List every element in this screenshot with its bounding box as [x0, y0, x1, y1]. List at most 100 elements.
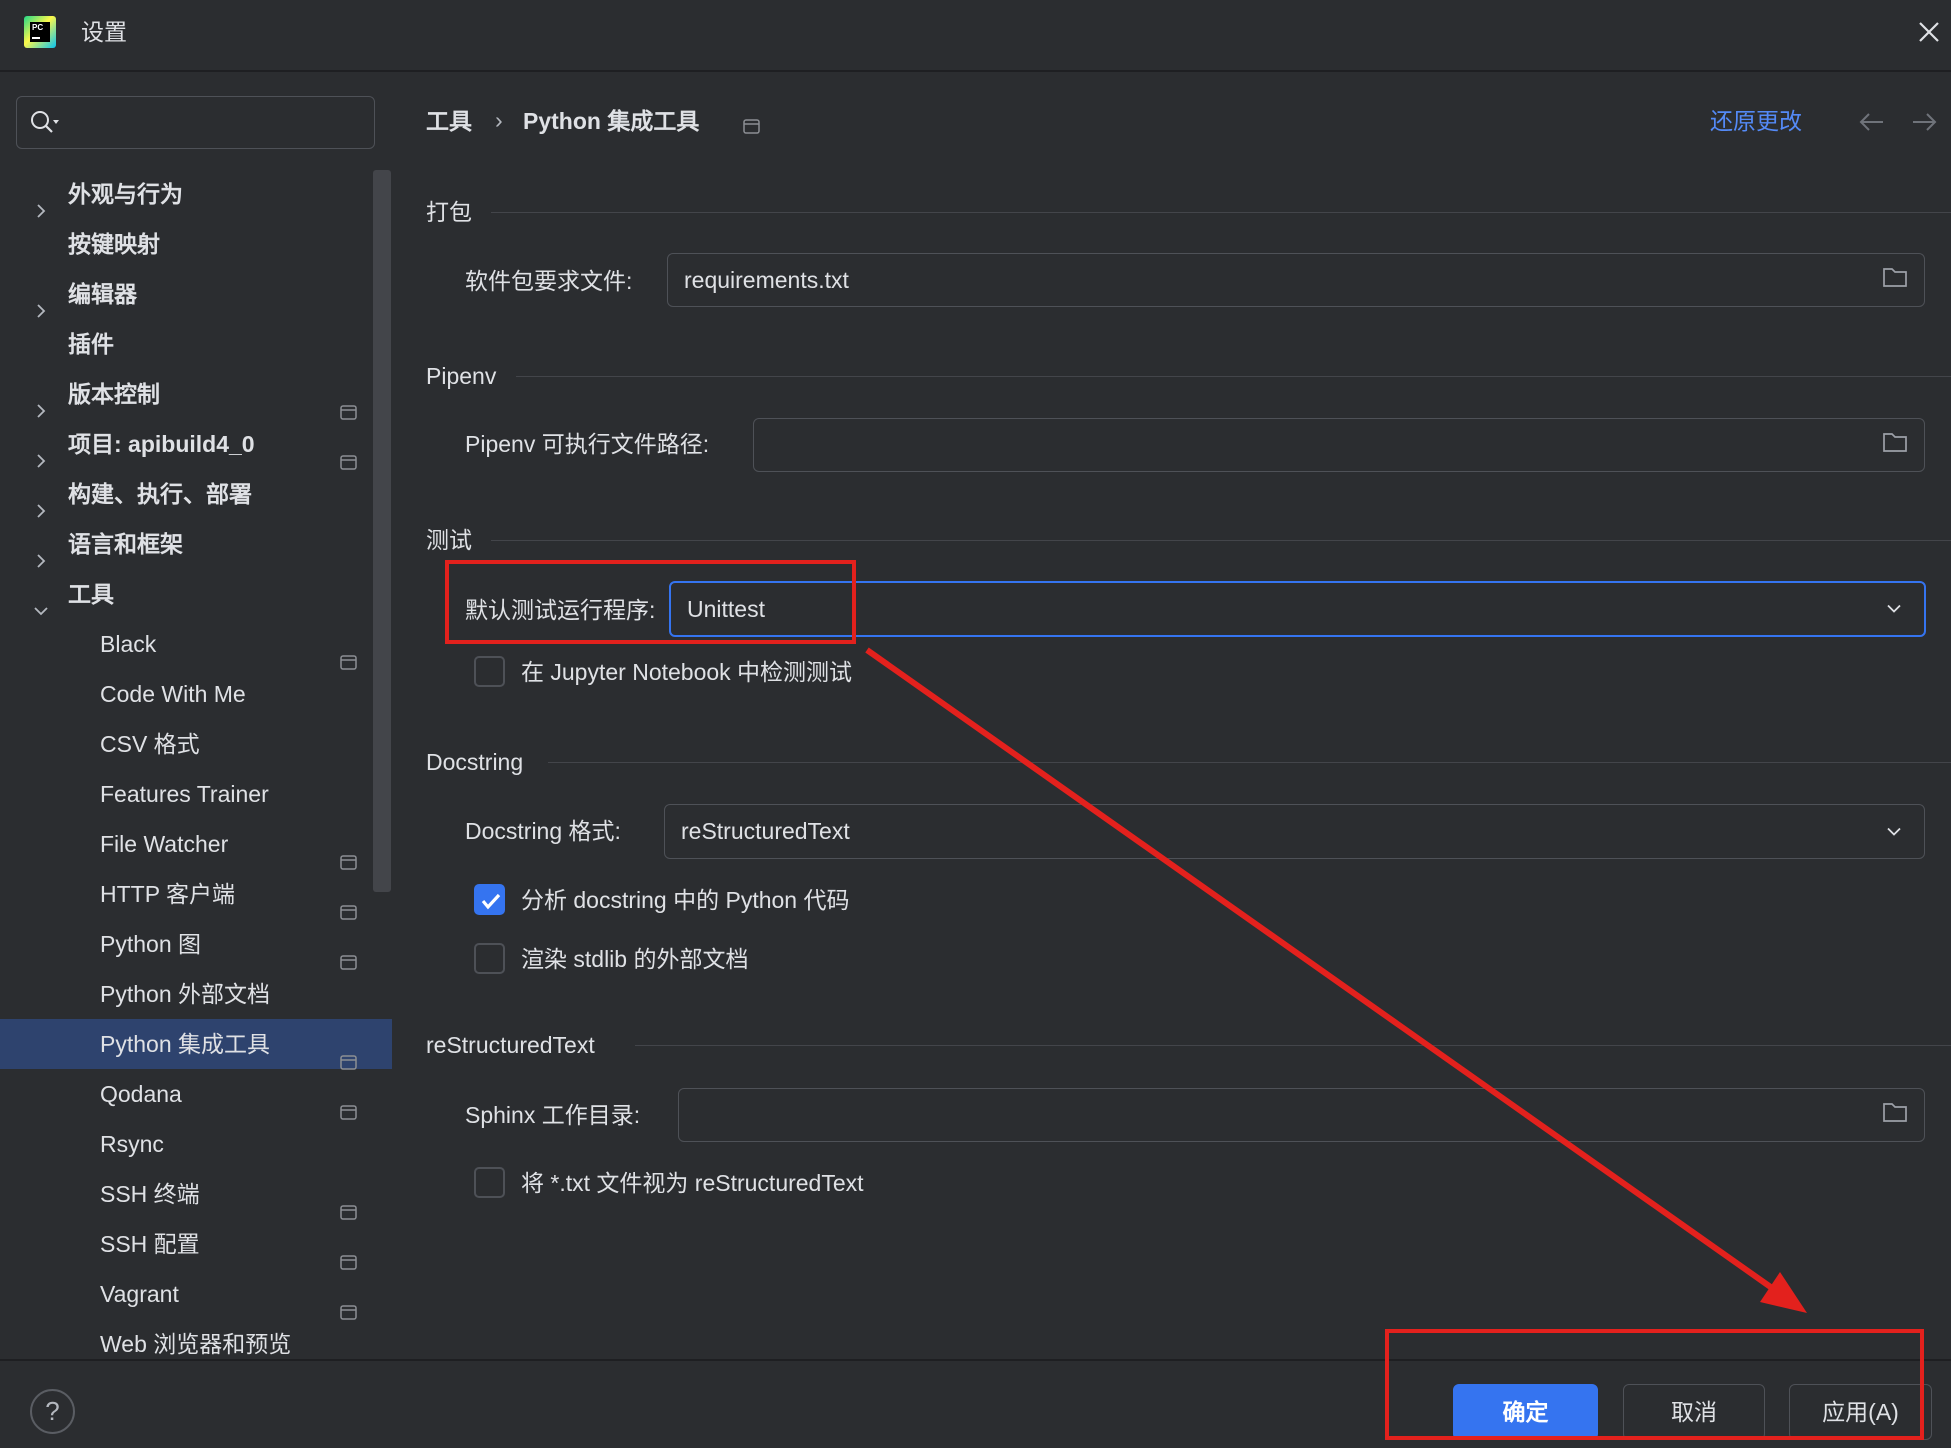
sidebar-item-file-watcher[interactable]: File Watcher — [0, 819, 392, 870]
reset-changes-link[interactable]: 还原更改 — [1710, 101, 1802, 141]
sidebar-item-web-browsers[interactable]: Web 浏览器和预览 — [0, 1319, 392, 1359]
sidebar-item-tools[interactable]: 工具 — [0, 569, 392, 619]
apply-button[interactable]: 应用(A) — [1789, 1384, 1932, 1440]
project-scope-icon — [340, 1237, 357, 1270]
render-stdlib-docs-label[interactable]: 渲染 stdlib 的外部文档 — [521, 939, 748, 979]
sidebar-item-label: Qodana — [100, 1081, 182, 1107]
section-divider — [548, 762, 1951, 763]
section-divider — [491, 540, 1951, 541]
sidebar-item-label: CSV 格式 — [100, 731, 200, 757]
project-scope-icon — [340, 937, 357, 970]
analyze-docstring-checkbox[interactable] — [474, 884, 505, 915]
folder-icon[interactable] — [1882, 431, 1908, 459]
sphinx-dir-field[interactable] — [678, 1088, 1925, 1142]
docstring-format-dropdown[interactable]: reStructuredText — [664, 804, 1925, 859]
chevron-right-icon[interactable] — [33, 436, 49, 468]
sidebar-item-http-client[interactable]: HTTP 客户端 — [0, 869, 392, 920]
sidebar-item-code-with-me[interactable]: Code With Me — [0, 669, 392, 719]
chevron-down-icon[interactable] — [1886, 596, 1902, 623]
ok-button[interactable]: 确定 — [1453, 1384, 1598, 1440]
project-scope-icon — [743, 113, 760, 134]
folder-icon[interactable] — [1882, 266, 1908, 294]
test-runner-dropdown[interactable]: Unittest — [669, 581, 1926, 637]
breadcrumb-parent[interactable]: 工具 — [426, 101, 472, 141]
sidebar-item-label: 插件 — [68, 331, 114, 357]
section-title-restructuredtext: reStructuredText — [426, 1032, 595, 1058]
arrow-right-icon[interactable] — [1911, 111, 1937, 131]
section-title-pipenv: Pipenv — [426, 363, 497, 389]
sidebar-item-python-integrated-tools[interactable]: Python 集成工具 — [0, 1019, 392, 1070]
help-button[interactable]: ? — [30, 1389, 75, 1434]
docstring-format-label: Docstring 格式: — [465, 818, 621, 844]
sidebar-item-vagrant[interactable]: Vagrant — [0, 1269, 392, 1320]
sidebar-item-python-external-docs[interactable]: Python 外部文档 — [0, 969, 392, 1019]
jupyter-detect-label[interactable]: 在 Jupyter Notebook 中检测测试 — [521, 652, 852, 692]
project-scope-icon — [340, 437, 357, 470]
search-input[interactable] — [69, 105, 363, 141]
sidebar-item-plugins[interactable]: 插件 — [0, 319, 392, 369]
sidebar-item-version-control[interactable]: 版本控制 — [0, 369, 392, 420]
chevron-right-icon[interactable] — [33, 536, 49, 568]
chevron-down-icon[interactable] — [1886, 818, 1902, 845]
close-icon[interactable] — [1918, 21, 1940, 43]
sidebar-item-label: File Watcher — [100, 831, 229, 857]
sidebar-item-ssh-terminal[interactable]: SSH 终端 — [0, 1169, 392, 1220]
sidebar-item-label: 项目: apibuild4_0 — [68, 431, 255, 457]
section-title-docstring: Docstring — [426, 749, 524, 775]
sidebar-item-label: 按键映射 — [68, 231, 160, 257]
jupyter-detect-checkbox[interactable] — [474, 656, 505, 687]
settings-sidebar: 外观与行为 按键映射 编辑器 插件 版本控制 项目: apibuild4_0 构… — [0, 73, 392, 1359]
settings-content: 工具 › Python 集成工具 还原更改 打包 软件包要求文件: requir… — [392, 73, 1951, 1359]
sidebar-item-label: Python 图 — [100, 931, 201, 957]
sidebar-item-label: Features Trainer — [100, 781, 269, 807]
sidebar-item-label: 编辑器 — [68, 281, 137, 307]
title-bar: PC 设置 — [0, 0, 1951, 72]
analyze-docstring-label[interactable]: 分析 docstring 中的 Python 代码 — [521, 880, 850, 920]
chevron-right-icon[interactable] — [33, 386, 49, 418]
sidebar-item-keymap[interactable]: 按键映射 — [0, 219, 392, 269]
footer-divider — [0, 1359, 1951, 1361]
sidebar-item-black[interactable]: Black — [0, 619, 392, 670]
sidebar-item-label: 工具 — [68, 581, 114, 607]
chevron-right-icon[interactable] — [33, 186, 49, 218]
sidebar-item-qodana[interactable]: Qodana — [0, 1069, 392, 1120]
requirements-file-field[interactable]: requirements.txt — [667, 253, 1925, 307]
breadcrumb-current: Python 集成工具 — [523, 108, 700, 134]
requirements-file-value[interactable]: requirements.txt — [684, 254, 849, 306]
sphinx-dir-label: Sphinx 工作目录: — [465, 1102, 641, 1128]
chevron-right-icon[interactable] — [33, 286, 49, 318]
sidebar-item-ssh-configs[interactable]: SSH 配置 — [0, 1219, 392, 1270]
treat-txt-as-rst-label[interactable]: 将 *.txt 文件视为 reStructuredText — [521, 1163, 864, 1203]
section-divider — [491, 212, 1951, 213]
sidebar-item-build-execution-deployment[interactable]: 构建、执行、部署 — [0, 469, 392, 519]
breadcrumb-separator: › — [495, 107, 503, 133]
sidebar-item-label: Black — [100, 631, 157, 657]
project-scope-icon — [340, 1287, 357, 1320]
chevron-down-icon[interactable] — [33, 586, 49, 616]
arrow-left-icon[interactable] — [1859, 111, 1885, 131]
folder-icon[interactable] — [1882, 1101, 1908, 1129]
sidebar-item-label: Rsync — [100, 1131, 164, 1157]
sidebar-item-editor[interactable]: 编辑器 — [0, 269, 392, 319]
render-stdlib-docs-checkbox[interactable] — [474, 943, 505, 974]
sidebar-item-label: 外观与行为 — [68, 181, 183, 207]
sidebar-item-appearance[interactable]: 外观与行为 — [0, 169, 392, 219]
sidebar-item-languages-frameworks[interactable]: 语言和框架 — [0, 519, 392, 569]
search-field[interactable] — [16, 96, 375, 149]
sidebar-item-rsync[interactable]: Rsync — [0, 1119, 392, 1169]
pipenv-path-field[interactable] — [753, 418, 1925, 472]
section-title-packaging: 打包 — [426, 199, 472, 225]
sidebar-item-label: 构建、执行、部署 — [68, 481, 252, 507]
treat-txt-as-rst-checkbox[interactable] — [474, 1167, 505, 1198]
cancel-button[interactable]: 取消 — [1623, 1384, 1765, 1440]
sidebar-item-label: SSH 终端 — [100, 1181, 200, 1207]
chevron-right-icon[interactable] — [33, 486, 49, 518]
sidebar-item-features-trainer[interactable]: Features Trainer — [0, 769, 392, 819]
sidebar-item-python-diagrams[interactable]: Python 图 — [0, 919, 392, 970]
sidebar-item-label: HTTP 客户端 — [100, 881, 236, 907]
project-scope-icon — [340, 387, 357, 420]
sidebar-item-csv[interactable]: CSV 格式 — [0, 719, 392, 769]
sidebar-item-project[interactable]: 项目: apibuild4_0 — [0, 419, 392, 470]
search-icon — [31, 111, 59, 133]
section-title-testing: 测试 — [426, 527, 472, 553]
